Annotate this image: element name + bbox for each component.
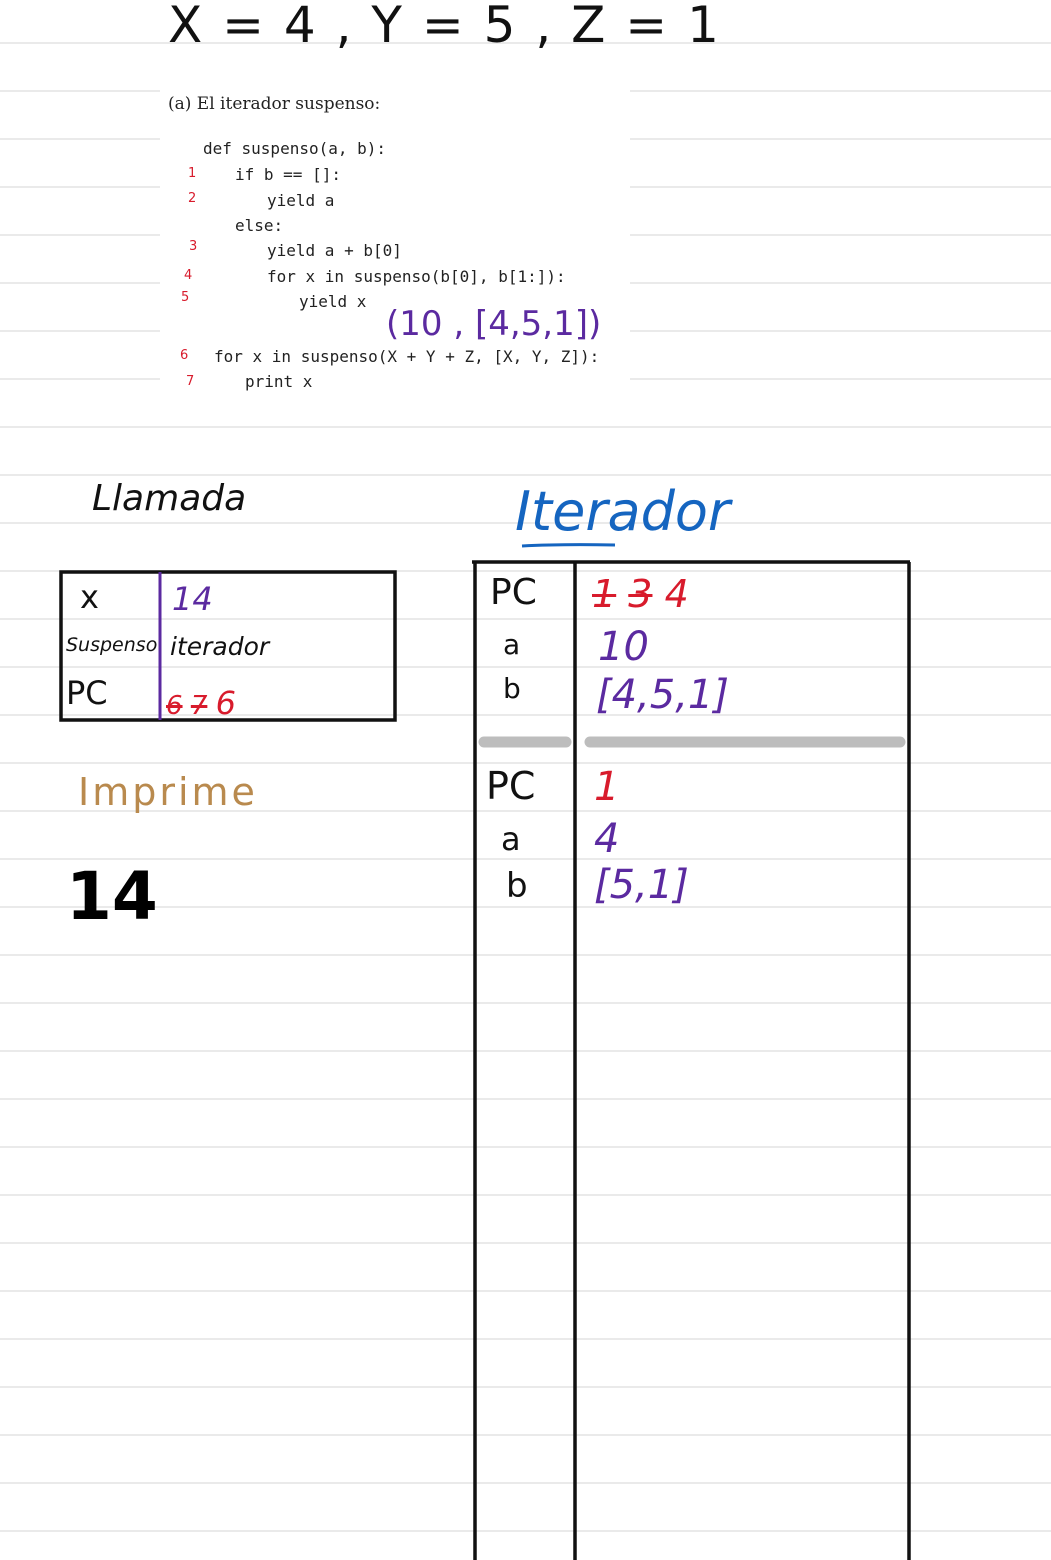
code-line-print: print x (245, 372, 313, 391)
llamada-value-x: 14 (172, 580, 213, 618)
iterador-frame2-a-label: a (501, 820, 521, 858)
iterador-frame1-pc-values: 1 3 4 (592, 572, 689, 616)
iterador-frame1-b-value: [4,5,1] (596, 672, 729, 718)
exercise-title: (a) El iterador suspenso: (168, 94, 381, 114)
iterador-frame1-pc-old-value: 1 (592, 572, 617, 616)
llamada-label-suspenso: Suspenso (66, 634, 158, 656)
llamada-title: Llamada (92, 478, 247, 519)
code-line-for-outer: for x in suspenso(X + Y + Z, [X, Y, Z]): (214, 347, 600, 366)
llamada-pc-values: 6 7 6 (166, 684, 236, 722)
code-line-else: else: (235, 216, 284, 235)
imprime-title: Imprime (78, 770, 258, 814)
line-number: 1 (188, 166, 197, 181)
printed-output: 14 (66, 858, 158, 935)
llamada-label-pc: PC (66, 674, 108, 712)
line-number: 7 (186, 374, 195, 389)
code-line-yield-a: yield a (267, 191, 335, 210)
iterador-frame1-a-label: a (503, 628, 521, 661)
iterador-frame1-pc-old-value: 3 (628, 572, 653, 616)
call-argument-annotation: (10 , [4,5,1]) (386, 304, 602, 344)
line-number: 5 (181, 290, 190, 305)
iterador-frame1-b-label: b (503, 672, 521, 705)
iterador-frame1-pc-current-value: 4 (664, 572, 689, 616)
iterador-title-underline (521, 543, 616, 548)
iterador-frame2-b-label: b (506, 866, 528, 906)
iterador-frame1-pc-label: PC (490, 572, 537, 613)
code-line-yield-x: yield x (299, 292, 367, 311)
code-line-if: if b == []: (235, 165, 341, 184)
line-number: 3 (189, 239, 198, 254)
line-number: 4 (184, 268, 193, 283)
iterador-frame1-a-value: 10 (598, 624, 649, 670)
code-line-for-inner: for x in suspenso(b[0], b[1:]): (267, 267, 566, 286)
iterador-frame2-a-value: 4 (594, 816, 620, 862)
llamada-pc-old-value: 7 (190, 691, 208, 721)
llamada-pc-old-value: 6 (166, 691, 183, 721)
code-line-def: def suspenso(a, b): (203, 139, 387, 158)
iterador-frame2-pc-label: PC (486, 764, 536, 808)
llamada-value-suspenso: iterador (170, 632, 270, 661)
iterador-frame2-b-value: [5,1] (594, 862, 689, 908)
line-number: 6 (180, 348, 189, 363)
iterador-title: Iterador (515, 480, 731, 543)
line-number: 2 (188, 191, 197, 206)
llamada-pc-current-value: 6 (215, 684, 236, 722)
iterador-frame2-pc-value: 1 (594, 764, 620, 810)
variables-header: X = 4 , Y = 5 , Z = 1 (168, 0, 721, 54)
code-line-yield-sum: yield a + b[0] (267, 241, 402, 260)
llamada-label-x: x (80, 578, 99, 616)
